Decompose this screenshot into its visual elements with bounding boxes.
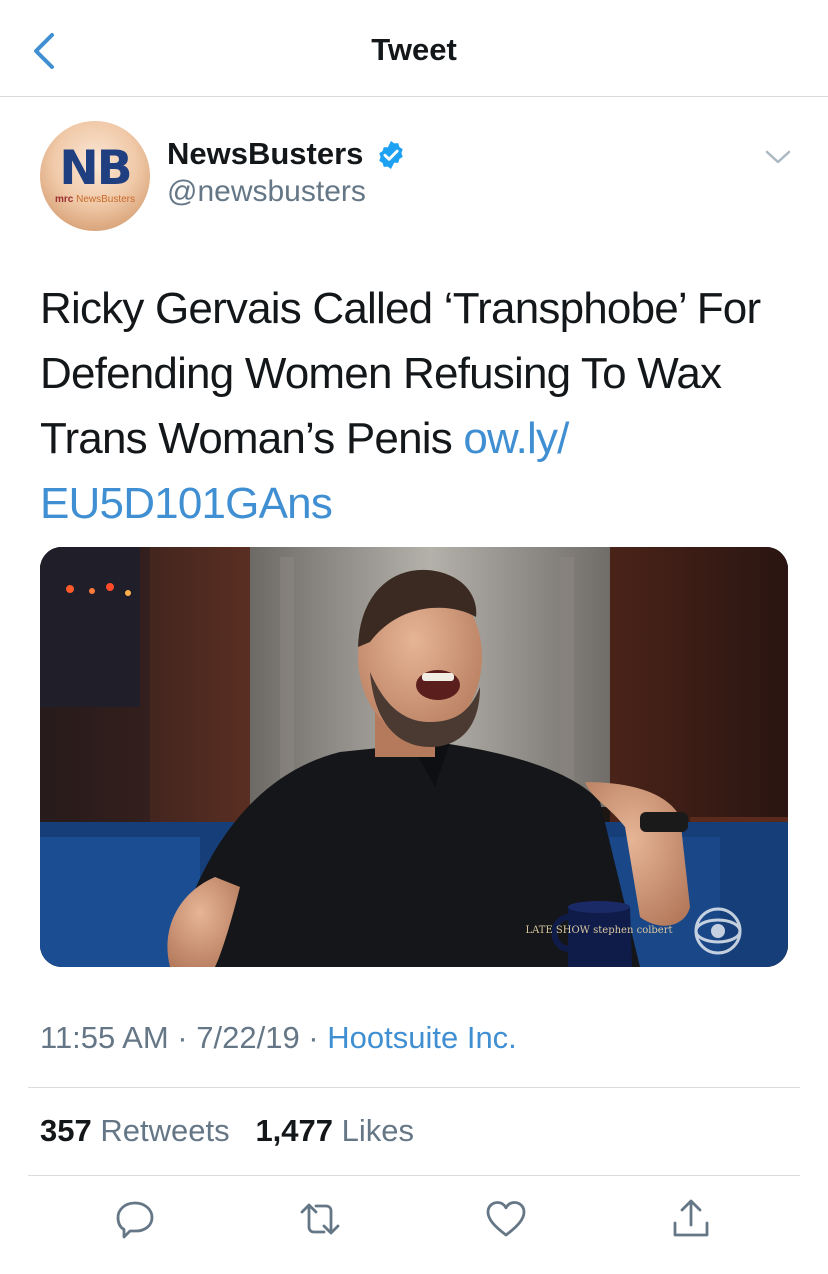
- avatar-logo-text: NB: [59, 141, 132, 196]
- page-title: Tweet: [371, 32, 457, 67]
- divider: [28, 1087, 800, 1088]
- tweet-source-link[interactable]: Hootsuite Inc.: [327, 1020, 517, 1055]
- likes-label: Likes: [341, 1113, 415, 1148]
- reply-icon[interactable]: [113, 1197, 157, 1241]
- retweets-count: 357: [40, 1113, 92, 1148]
- avatar[interactable]: NB mrc NewsBusters: [40, 121, 150, 231]
- tweet-body: Ricky Gervais Called ‘Transphobe’ For De…: [40, 284, 761, 463]
- tweet-time: 11:55 AM: [40, 1020, 169, 1055]
- retweet-icon[interactable]: [298, 1197, 342, 1241]
- likes-stat[interactable]: 1,477 Likes: [255, 1113, 414, 1148]
- tweet-metadata: 11:55 AM · 7/22/19 · Hootsuite Inc.: [40, 1020, 517, 1055]
- tweet-date: 7/22/19: [196, 1020, 300, 1055]
- mug-text: LATE SHOW stephen colbert: [525, 925, 672, 936]
- likes-count: 1,477: [255, 1113, 334, 1148]
- navigation-bar: Tweet: [0, 0, 828, 97]
- retweets-stat[interactable]: 357 Retweets: [40, 1113, 230, 1148]
- tweet-text: Ricky Gervais Called ‘Transphobe’ For De…: [40, 276, 790, 536]
- author-display-name[interactable]: NewsBusters: [167, 136, 363, 172]
- like-icon[interactable]: [484, 1197, 528, 1241]
- verified-badge-icon: [379, 141, 403, 169]
- avatar-logo-subtext: mrc NewsBusters: [54, 194, 136, 205]
- retweets-label: Retweets: [100, 1113, 230, 1148]
- chevron-down-icon[interactable]: [763, 146, 793, 168]
- author-handle[interactable]: @newsbusters: [167, 175, 366, 209]
- tweet-image[interactable]: LATE SHOW stephen colbert: [40, 547, 788, 967]
- share-icon[interactable]: [669, 1197, 713, 1241]
- late-show-photo: LATE SHOW stephen colbert: [40, 547, 788, 967]
- tweet-stats: 357 Retweets 1,477 Likes: [40, 1113, 414, 1149]
- divider: [28, 1175, 800, 1176]
